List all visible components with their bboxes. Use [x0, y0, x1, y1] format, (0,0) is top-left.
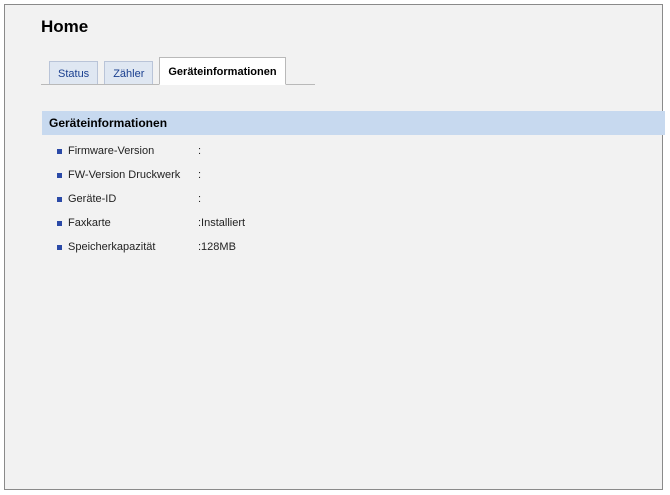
square-bullet-icon — [57, 196, 62, 202]
info-value: : — [198, 193, 202, 205]
info-label: Speicherkapazität — [68, 241, 156, 253]
info-label: Faxkarte — [68, 217, 111, 229]
info-label: FW-Version Druckwerk — [68, 169, 181, 181]
tab-geraeteinformationen[interactable]: Geräteinformationen — [159, 57, 286, 85]
square-bullet-icon — [57, 244, 62, 250]
info-row-fw-version-druckwerk: FW-Version Druckwerk : — [57, 163, 245, 187]
main-panel: Home Status Zähler Geräteinformationen G… — [4, 4, 665, 490]
info-row-geraete-id: Geräte-ID : — [57, 187, 245, 211]
info-row-speicherkapazitaet: Speicherkapazität :128MB — [57, 235, 245, 259]
info-value: : — [198, 145, 202, 157]
square-bullet-icon — [57, 220, 62, 226]
tab-zaehler[interactable]: Zähler — [104, 61, 154, 85]
info-value: : — [198, 169, 202, 181]
section-header: Geräteinformationen — [42, 111, 665, 135]
square-bullet-icon — [57, 172, 62, 178]
info-list: Firmware-Version : FW-Version Druckwerk … — [57, 139, 245, 259]
info-value: :128MB — [198, 241, 236, 253]
square-bullet-icon — [57, 148, 62, 154]
info-label: Firmware-Version — [68, 145, 155, 157]
tab-status[interactable]: Status — [49, 61, 99, 85]
info-row-faxkarte: Faxkarte :Installiert — [57, 211, 245, 235]
info-row-firmware-version: Firmware-Version : — [57, 139, 245, 163]
page-title: Home — [41, 17, 89, 36]
tab-bar: Status Zähler Geräteinformationen — [49, 57, 292, 85]
info-label: Geräte-ID — [68, 193, 117, 205]
info-value: :Installiert — [198, 217, 246, 229]
